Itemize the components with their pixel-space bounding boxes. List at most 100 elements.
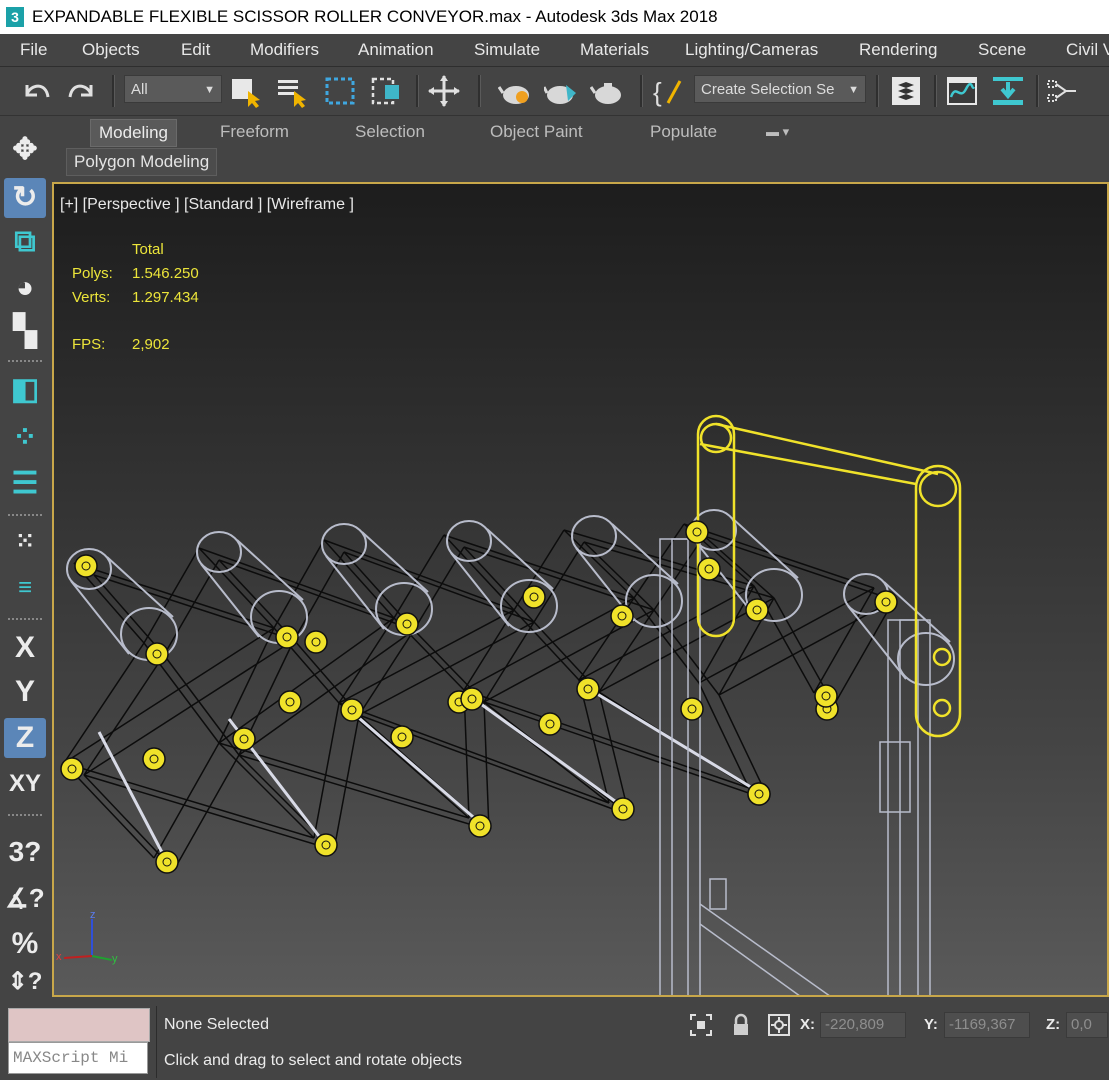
joint-pin bbox=[304, 630, 328, 654]
menu-bar: File Objects Edit Modifiers Animation Si… bbox=[0, 34, 1109, 67]
selection-region-icon[interactable]: ⁘ bbox=[4, 418, 46, 458]
joint-pin bbox=[680, 697, 704, 721]
constraint-y-label[interactable]: Y bbox=[4, 672, 46, 712]
select-and-move-icon[interactable]: ✥ bbox=[4, 130, 46, 170]
scissor-link bbox=[143, 547, 200, 644]
main-toolbar: All ▼ { Create Selection Se ▼ bbox=[0, 67, 1109, 116]
ribbon-options-icon[interactable]: ▬ ▾ bbox=[758, 119, 797, 145]
select-by-name-icon[interactable] bbox=[274, 73, 310, 109]
polygon-modeling-panel[interactable]: Polygon Modeling bbox=[66, 148, 218, 176]
align-icon[interactable]: ☰ bbox=[4, 464, 46, 504]
roller-end bbox=[897, 632, 955, 686]
menu-objects[interactable]: Objects bbox=[82, 40, 140, 60]
ribbon: Modeling Freeform Selection Object Paint… bbox=[62, 117, 1109, 176]
edit-named-selection-icon[interactable]: { bbox=[650, 73, 686, 109]
roller-tube bbox=[106, 556, 174, 618]
axis-x-label: x bbox=[56, 951, 62, 963]
window-crossing-icon[interactable] bbox=[368, 73, 404, 109]
select-and-rotate-icon[interactable]: ↻ bbox=[4, 178, 46, 218]
prompt-line: Click and drag to select and rotate obje… bbox=[164, 1052, 462, 1069]
render-setup-icon[interactable] bbox=[498, 73, 534, 109]
tab-selection[interactable]: Selection bbox=[347, 119, 433, 145]
constraint-xy-label[interactable]: XY bbox=[4, 764, 46, 804]
maxscript-listener-input[interactable]: MAXScript Mi bbox=[8, 1042, 148, 1074]
select-and-scale-icon[interactable]: ⧉ bbox=[4, 222, 46, 262]
axis-y-label: y bbox=[112, 953, 118, 965]
render-production-icon[interactable] bbox=[590, 73, 626, 109]
snaps-a-icon[interactable]: ⁙ bbox=[4, 522, 46, 562]
title-bar: 3 EXPANDABLE FLEXIBLE SCISSOR ROLLER CON… bbox=[0, 0, 1109, 34]
window-title: EXPANDABLE FLEXIBLE SCISSOR ROLLER CONVE… bbox=[32, 7, 718, 26]
toolbar-separator bbox=[1036, 75, 1039, 107]
absolute-mode-transform-icon[interactable] bbox=[766, 1012, 792, 1038]
status-divider bbox=[156, 1006, 157, 1078]
scissor-link bbox=[483, 701, 490, 831]
joint-pin bbox=[145, 642, 169, 666]
layer-explorer-icon[interactable] bbox=[888, 73, 924, 109]
scene-wireframe[interactable]: z x y bbox=[54, 184, 1107, 995]
chevron-down-icon: ▼ bbox=[204, 84, 215, 96]
rectangular-selection-icon[interactable] bbox=[322, 73, 358, 109]
menu-edit[interactable]: Edit bbox=[181, 40, 210, 60]
named-selection-set-dropdown[interactable]: Create Selection Se ▼ bbox=[694, 75, 866, 103]
stand-brace bbox=[699, 903, 830, 995]
scissor-link bbox=[238, 629, 415, 756]
schematic-view-icon[interactable] bbox=[1046, 73, 1082, 109]
support-rod bbox=[588, 687, 760, 794]
polys-label: Polys: bbox=[72, 265, 113, 282]
spinner-snap-icon[interactable]: ⇕? bbox=[4, 962, 46, 1002]
viewport-label-menu[interactable]: [+] [Perspective ] [Standard ] [Wirefram… bbox=[60, 196, 354, 214]
joint-pin bbox=[60, 757, 84, 781]
tab-freeform[interactable]: Freeform bbox=[212, 119, 297, 145]
y-coord-label: Y: bbox=[924, 1016, 938, 1033]
selection-filter-dropdown[interactable]: All ▼ bbox=[124, 75, 222, 103]
menu-simulate[interactable]: Simulate bbox=[474, 40, 540, 60]
tab-object-paint[interactable]: Object Paint bbox=[482, 119, 591, 145]
mirror-icon[interactable]: ◧ bbox=[4, 370, 46, 410]
tab-modeling[interactable]: Modeling bbox=[90, 119, 177, 147]
select-and-place-icon[interactable]: ◕ bbox=[4, 268, 46, 308]
menu-civil-view[interactable]: Civil V bbox=[1066, 40, 1109, 60]
angle-snap-icon[interactable]: ∡? bbox=[4, 878, 46, 918]
toolbar-divider bbox=[8, 514, 42, 518]
rendered-frame-window-icon[interactable] bbox=[544, 73, 580, 109]
select-object-icon[interactable] bbox=[228, 73, 264, 109]
menu-rendering[interactable]: Rendering bbox=[859, 40, 937, 60]
scissor-link bbox=[483, 701, 770, 801]
selection-color-swatch[interactable] bbox=[8, 1008, 150, 1042]
scissor-link bbox=[163, 654, 240, 756]
z-coord-field[interactable]: 0,0 bbox=[1066, 1012, 1108, 1038]
curve-editor-icon[interactable] bbox=[944, 73, 980, 109]
perspective-viewport[interactable]: z x y [+] [Perspective ] [Standard ] [Wi… bbox=[52, 182, 1109, 997]
toolbar-separator bbox=[416, 75, 419, 107]
toolbar-separator bbox=[112, 75, 115, 107]
x-coord-field[interactable]: -220,809 bbox=[820, 1012, 906, 1038]
y-coord-field[interactable]: -1169,367 bbox=[944, 1012, 1030, 1038]
menu-file[interactable]: File bbox=[20, 40, 47, 60]
menu-modifiers[interactable]: Modifiers bbox=[250, 40, 319, 60]
isolate-selection-icon[interactable] bbox=[688, 1012, 714, 1038]
scissor-link bbox=[358, 629, 415, 716]
scissor-link bbox=[483, 621, 535, 703]
percent-snap-icon[interactable]: % bbox=[4, 924, 46, 964]
tab-populate[interactable]: Populate bbox=[642, 119, 725, 145]
undo-icon[interactable] bbox=[18, 73, 54, 109]
joint-pin bbox=[697, 557, 721, 581]
redo-icon[interactable] bbox=[64, 73, 100, 109]
joint-pin bbox=[522, 585, 546, 609]
create-icon[interactable]: ▚ bbox=[4, 312, 46, 352]
menu-materials[interactable]: Materials bbox=[580, 40, 649, 60]
constraint-z-label[interactable]: Z bbox=[4, 718, 46, 758]
snap-3d-icon[interactable]: 3? bbox=[4, 832, 46, 872]
menu-lighting-cameras[interactable]: Lighting/Cameras bbox=[685, 40, 818, 60]
toggle-ribbon-icon[interactable] bbox=[990, 73, 1026, 109]
measure-icon[interactable]: ≡ bbox=[4, 568, 46, 608]
chevron-down-icon: ▼ bbox=[848, 84, 859, 96]
toolbar-divider bbox=[8, 814, 42, 818]
scissor-link bbox=[198, 547, 395, 619]
menu-scene[interactable]: Scene bbox=[978, 40, 1026, 60]
select-and-move-icon[interactable] bbox=[426, 73, 462, 109]
menu-animation[interactable]: Animation bbox=[358, 40, 434, 60]
constraint-x-label[interactable]: X bbox=[4, 628, 46, 668]
lock-icon[interactable] bbox=[728, 1012, 754, 1038]
